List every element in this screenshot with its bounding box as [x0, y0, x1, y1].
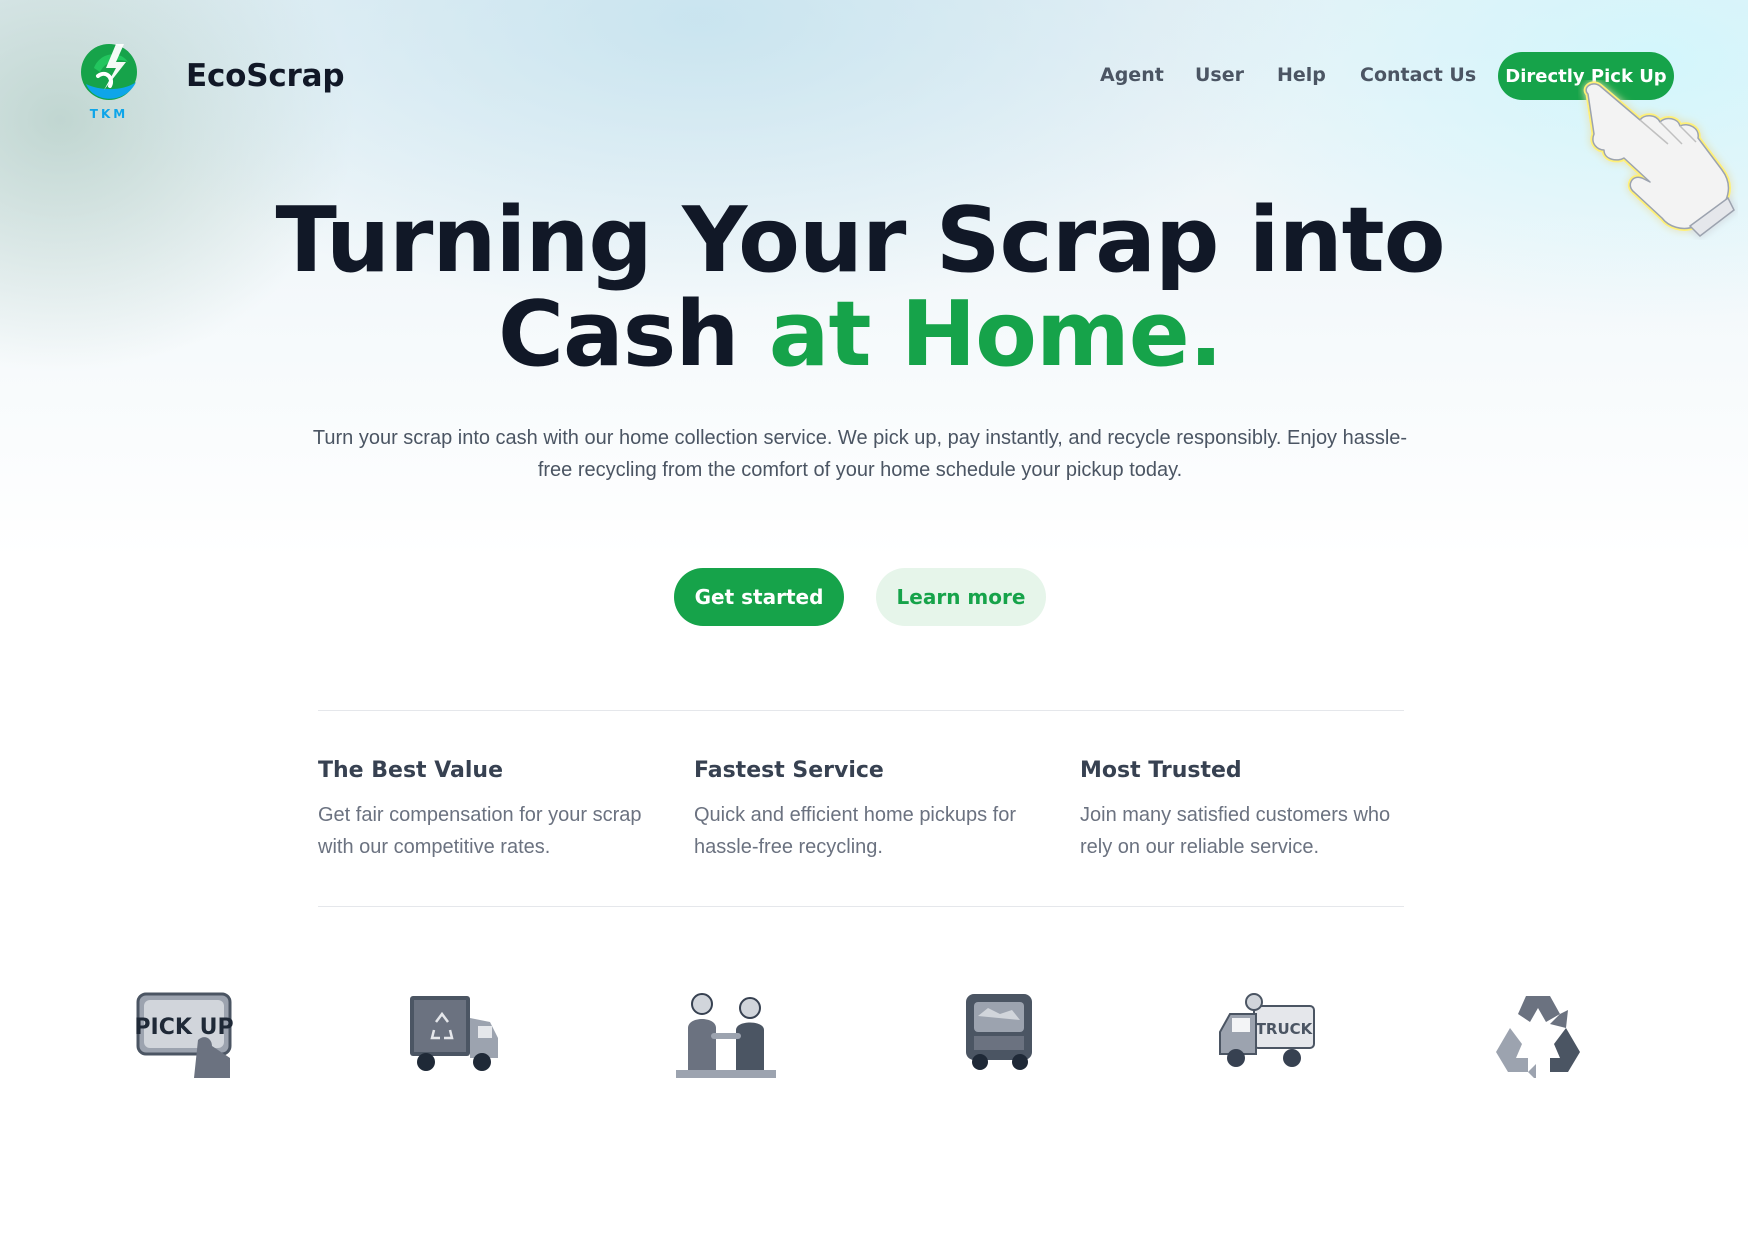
- feature-text: Join many satisfied customers who rely o…: [1080, 804, 1391, 858]
- feature-text: Quick and efficient home pickups for has…: [694, 804, 1017, 858]
- cartoon-truck-icon: TRUCK: [1219, 993, 1315, 1067]
- feature-best-value: The Best Value Get fair compensation for…: [318, 758, 648, 863]
- learn-more-button[interactable]: Learn more: [876, 568, 1046, 626]
- nav-user[interactable]: User: [1195, 64, 1244, 86]
- recycling-truck-icon: [410, 996, 498, 1071]
- feature-title: The Best Value: [318, 758, 504, 783]
- nav-contact-us[interactable]: Contact Us: [1360, 64, 1476, 86]
- feature-fastest-service: Fastest Service Quick and efficient home…: [694, 758, 1024, 863]
- hero-title-green-text: at Home.: [768, 282, 1223, 387]
- brand-name[interactable]: EcoScrap: [186, 58, 345, 94]
- handshake-people-icon: [676, 993, 776, 1078]
- recycle-icon: [1496, 996, 1580, 1078]
- truck-label: TRUCK: [1256, 1020, 1314, 1038]
- loaded-truck-icon: [966, 994, 1032, 1070]
- top-divider: [318, 710, 1404, 711]
- hero-title-dark-text: Cash: [497, 282, 739, 387]
- hero-title-line-2: Cash at Home.: [0, 288, 1720, 382]
- ecoscrap-logo-icon[interactable]: TKM: [76, 38, 146, 120]
- feature-title: Most Trusted: [1080, 758, 1242, 783]
- feature-most-trusted: Most Trusted Join many satisfied custome…: [1080, 758, 1410, 863]
- hero-title-line-1: Turning Your Scrap into: [275, 188, 1445, 293]
- bottom-divider: [318, 906, 1404, 907]
- nav-agent[interactable]: Agent: [1100, 64, 1164, 86]
- feature-title: Fastest Service: [694, 758, 884, 783]
- nav-help[interactable]: Help: [1277, 64, 1326, 86]
- pick-up-sign-icon: PICK UP: [134, 992, 234, 1078]
- pick-up-label: PICK UP: [134, 1015, 233, 1040]
- hero-subtitle: Turn your scrap into cash with our home …: [312, 427, 1408, 481]
- feature-text: Get fair compensation for your scrap wit…: [318, 804, 642, 858]
- get-started-button[interactable]: Get started: [674, 568, 844, 626]
- logo-text: TKM: [90, 107, 128, 120]
